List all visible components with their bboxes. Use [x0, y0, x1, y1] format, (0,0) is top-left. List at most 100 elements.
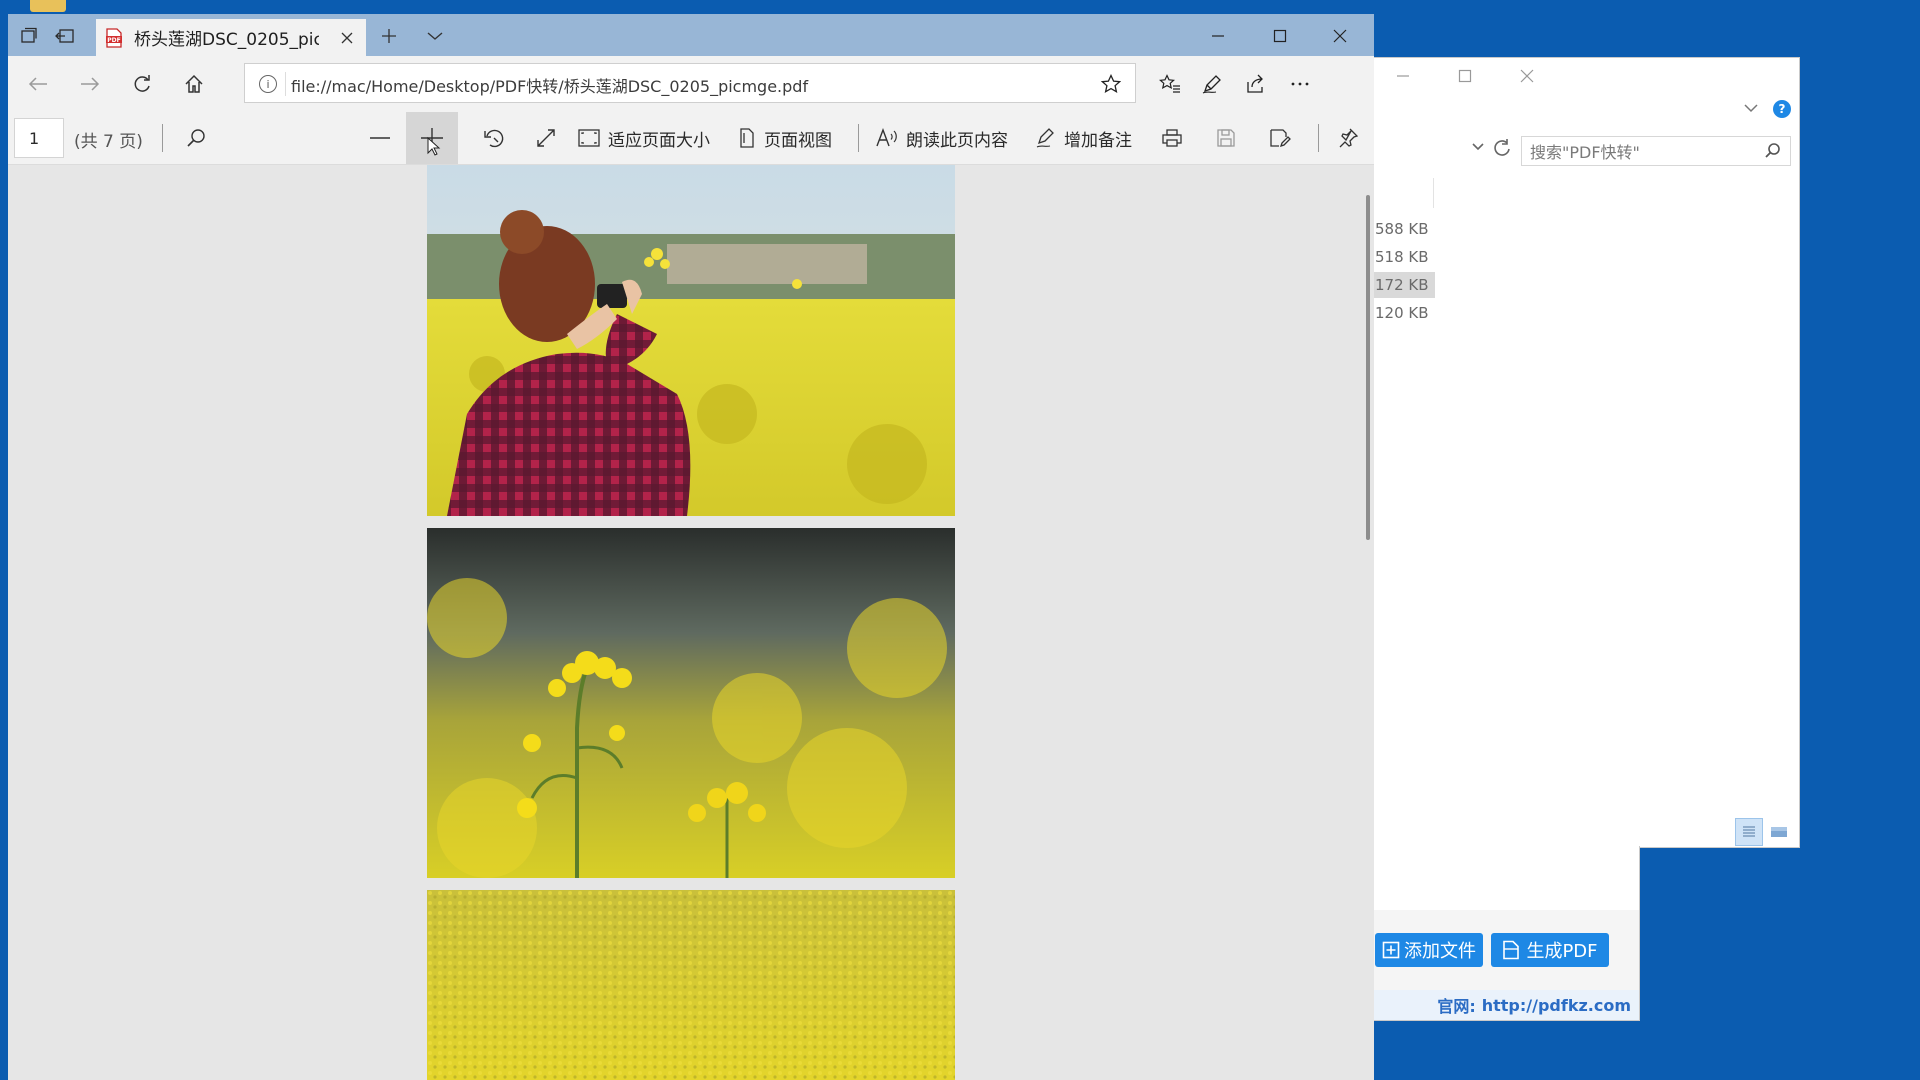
printer-icon: [1162, 129, 1182, 147]
toolbar-divider: [162, 124, 163, 152]
file-size-cell-selected[interactable]: 172 KB: [1373, 272, 1435, 298]
file-size-cell[interactable]: 588 KB: [1373, 216, 1435, 242]
details-view-button[interactable]: [1735, 818, 1763, 846]
save-as-icon: [1270, 129, 1291, 148]
full-screen-button[interactable]: [528, 120, 564, 156]
fit-page-icon: [578, 129, 600, 147]
maximize-icon: [1458, 69, 1472, 83]
zoom-in-button[interactable]: [406, 112, 458, 164]
tab-actions-button[interactable]: [14, 22, 44, 50]
search-icon: [187, 129, 205, 147]
page-number-input[interactable]: 1: [14, 118, 64, 158]
details-view-icon: [1743, 826, 1755, 837]
column-divider: [1433, 178, 1434, 208]
set-tabs-aside-button[interactable]: [50, 22, 80, 50]
arrow-right-icon: [81, 77, 100, 91]
star-icon: [1101, 74, 1121, 93]
website-label: 官网:: [1437, 997, 1476, 1016]
save-button[interactable]: [1208, 120, 1244, 156]
ribbon-expand-button[interactable]: [1743, 102, 1759, 114]
fit-page-button[interactable]: 适应页面大小: [578, 122, 710, 154]
document-icon: [1503, 940, 1520, 960]
add-file-button[interactable]: 添加文件: [1375, 933, 1483, 967]
favorites-hub-button[interactable]: [1150, 66, 1190, 102]
refresh-icon: [1494, 139, 1510, 156]
rotate-icon: [484, 129, 504, 148]
zoom-out-button[interactable]: [362, 120, 398, 156]
back-button[interactable]: [20, 66, 56, 102]
web-note-button[interactable]: [1192, 66, 1232, 102]
share-button[interactable]: [1236, 66, 1276, 102]
photo-woman-in-rapeseed-field: [427, 165, 955, 516]
website-link[interactable]: http://pdfkz.com: [1482, 996, 1631, 1015]
pdf-toolbar: 1 (共 7 页) 适应页面大小 页面视图 朗读此页内容 增加备注: [8, 112, 1374, 165]
pdf-file-icon: PDF: [106, 27, 122, 48]
add-notes-button[interactable]: 增加备注: [1036, 122, 1132, 154]
file-size-cell[interactable]: 120 KB: [1373, 300, 1435, 326]
new-tab-button[interactable]: [372, 22, 406, 50]
expand-icon: [537, 129, 555, 147]
read-aloud-label: 朗读此页内容: [906, 130, 1008, 151]
add-favorite-button[interactable]: [1097, 70, 1125, 98]
refresh-button[interactable]: [1493, 138, 1511, 158]
close-tab-button[interactable]: [336, 27, 358, 49]
page-view-button[interactable]: 页面视图: [738, 122, 832, 154]
pdf-page-1: [427, 165, 955, 516]
minimize-button[interactable]: [1192, 20, 1244, 52]
pdf-document-area[interactable]: [8, 165, 1374, 1080]
svg-text:PDF: PDF: [107, 37, 120, 44]
edge-browser-window: PDF 桥头莲湖DSC_0205_picr i file://mac/Home/…: [8, 14, 1374, 1080]
vertical-scrollbar[interactable]: [1366, 195, 1370, 540]
desktop-folder-icon[interactable]: [30, 0, 66, 12]
pen-icon: [1202, 75, 1221, 94]
file-size-cell[interactable]: 518 KB: [1373, 244, 1435, 270]
close-icon: [1333, 29, 1347, 43]
large-icons-view-button[interactable]: [1767, 820, 1791, 844]
tab-preview-button[interactable]: [418, 22, 452, 50]
url-text[interactable]: file://mac/Home/Desktop/PDF快转/桥头莲湖DSC_02…: [291, 73, 808, 97]
share-icon: [1247, 74, 1263, 93]
address-dropdown-button[interactable]: [1471, 142, 1485, 152]
website-footer: 官网: http://pdfkz.com: [1373, 990, 1639, 1020]
read-aloud-button[interactable]: 朗读此页内容: [876, 122, 1008, 154]
print-button[interactable]: [1154, 120, 1190, 156]
forward-button[interactable]: [72, 66, 108, 102]
save-as-button[interactable]: [1262, 120, 1298, 156]
pdf-page-3: [427, 890, 955, 1080]
tab-active[interactable]: PDF 桥头莲湖DSC_0205_picr: [96, 19, 366, 56]
more-button[interactable]: [1280, 66, 1320, 102]
refresh-button[interactable]: [124, 66, 160, 102]
minimize-icon: [1212, 35, 1224, 37]
close-button[interactable]: [1497, 58, 1557, 94]
search-icon: [1765, 143, 1780, 158]
close-window-button[interactable]: [1314, 20, 1366, 52]
pdf-converter-app-window: 添加文件 生成PDF 官网: http://pdfkz.com: [1372, 846, 1640, 1021]
pin-toolbar-button[interactable]: [1330, 120, 1366, 156]
add-notes-label: 增加备注: [1064, 130, 1132, 151]
address-field[interactable]: i file://mac/Home/Desktop/PDF快转/桥头莲湖DSC_…: [244, 63, 1136, 103]
minimize-icon: [1397, 75, 1409, 77]
generate-pdf-label: 生成PDF: [1526, 941, 1598, 962]
minus-icon: [370, 137, 390, 139]
more-dots-icon: [1291, 82, 1309, 86]
home-button[interactable]: [176, 66, 212, 102]
minimize-button[interactable]: [1373, 58, 1433, 94]
search-button[interactable]: [178, 120, 214, 156]
close-icon: [341, 32, 353, 44]
read-aloud-icon: [876, 128, 897, 147]
tab-bar: PDF 桥头莲湖DSC_0205_picr: [8, 14, 1374, 56]
pen-icon: [1036, 128, 1054, 148]
pdf-page-2: [427, 528, 955, 878]
page-view-label: 页面视图: [764, 130, 832, 151]
tab-title: 桥头莲湖DSC_0205_picr: [134, 30, 319, 50]
info-icon[interactable]: i: [259, 75, 277, 93]
add-icon: [1382, 941, 1400, 959]
help-icon[interactable]: ?: [1773, 100, 1791, 118]
maximize-button[interactable]: [1435, 58, 1495, 94]
search-input[interactable]: 搜索"PDF快转": [1530, 139, 1764, 163]
rotate-button[interactable]: [476, 120, 512, 156]
generate-pdf-button[interactable]: 生成PDF: [1491, 933, 1609, 967]
set-aside-icon: [55, 29, 74, 43]
search-box[interactable]: 搜索"PDF快转": [1521, 136, 1791, 166]
maximize-button[interactable]: [1254, 20, 1306, 52]
